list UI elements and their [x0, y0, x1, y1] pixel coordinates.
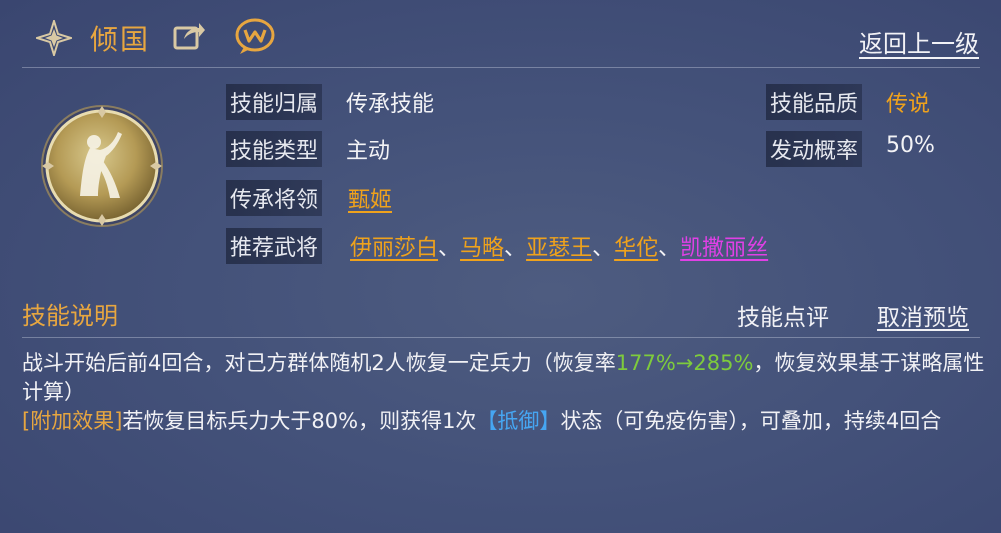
general-value[interactable]: 甄姬	[348, 182, 392, 214]
extra-effect-tag: [附加效果]	[22, 409, 123, 433]
diamond-star-icon	[36, 20, 72, 56]
quality-label: 技能品质	[766, 84, 863, 120]
separator: 、	[504, 236, 527, 261]
cancel-preview-button[interactable]: 取消预览	[877, 298, 969, 332]
chat-icon[interactable]	[234, 17, 276, 55]
chance-label: 发动概率	[766, 131, 863, 167]
recommend-label: 推荐武将	[226, 228, 323, 264]
belong-label: 技能归属	[226, 84, 323, 120]
separator: 、	[658, 236, 681, 261]
desc-text: 状态（可免疫伤害），可叠加，持续4回合	[560, 409, 942, 433]
header-bar: 倾国	[0, 0, 1001, 68]
quality-value: 传说	[886, 92, 931, 117]
status-tag[interactable]: 【抵御】	[476, 409, 560, 433]
desc-text: 若恢复目标兵力大于80%，则获得1次	[122, 409, 477, 433]
general-label: 传承将领	[226, 180, 323, 216]
share-icon[interactable]	[172, 19, 206, 51]
header-divider	[22, 67, 980, 68]
belong-value: 传承技能	[346, 92, 435, 117]
recommend-general[interactable]: 凯撒丽丝	[680, 236, 768, 261]
recommend-list: 伊丽莎白、马略、亚瑟王、华佗、凯撒丽丝	[350, 230, 768, 262]
section-divider	[22, 337, 980, 338]
type-label: 技能类型	[226, 131, 323, 167]
skill-description: 战斗开始后前4回合，对己方群体随机2人恢复一定兵力（恢复率177%→285%，恢…	[22, 349, 987, 436]
recovery-rate: 177%→285%	[615, 351, 754, 375]
separator: 、	[438, 236, 461, 261]
chance-value: 50%	[886, 133, 935, 158]
section-title: 技能说明	[22, 302, 118, 330]
recommend-general[interactable]: 华佗	[614, 236, 658, 261]
skill-avatar	[41, 105, 163, 227]
recommend-general[interactable]: 伊丽莎白	[350, 236, 438, 261]
back-link[interactable]: 返回上一级	[859, 24, 979, 59]
skill-name: 倾国	[90, 23, 151, 56]
recommend-general[interactable]: 亚瑟王	[526, 236, 592, 261]
type-value: 主动	[346, 139, 391, 164]
desc-text: 战斗开始后前4回合，对己方群体随机2人恢复一定兵力（恢复率	[22, 351, 616, 375]
separator: 、	[592, 236, 615, 261]
recommend-general[interactable]: 马略	[460, 236, 504, 261]
review-button[interactable]: 技能点评	[737, 298, 829, 332]
